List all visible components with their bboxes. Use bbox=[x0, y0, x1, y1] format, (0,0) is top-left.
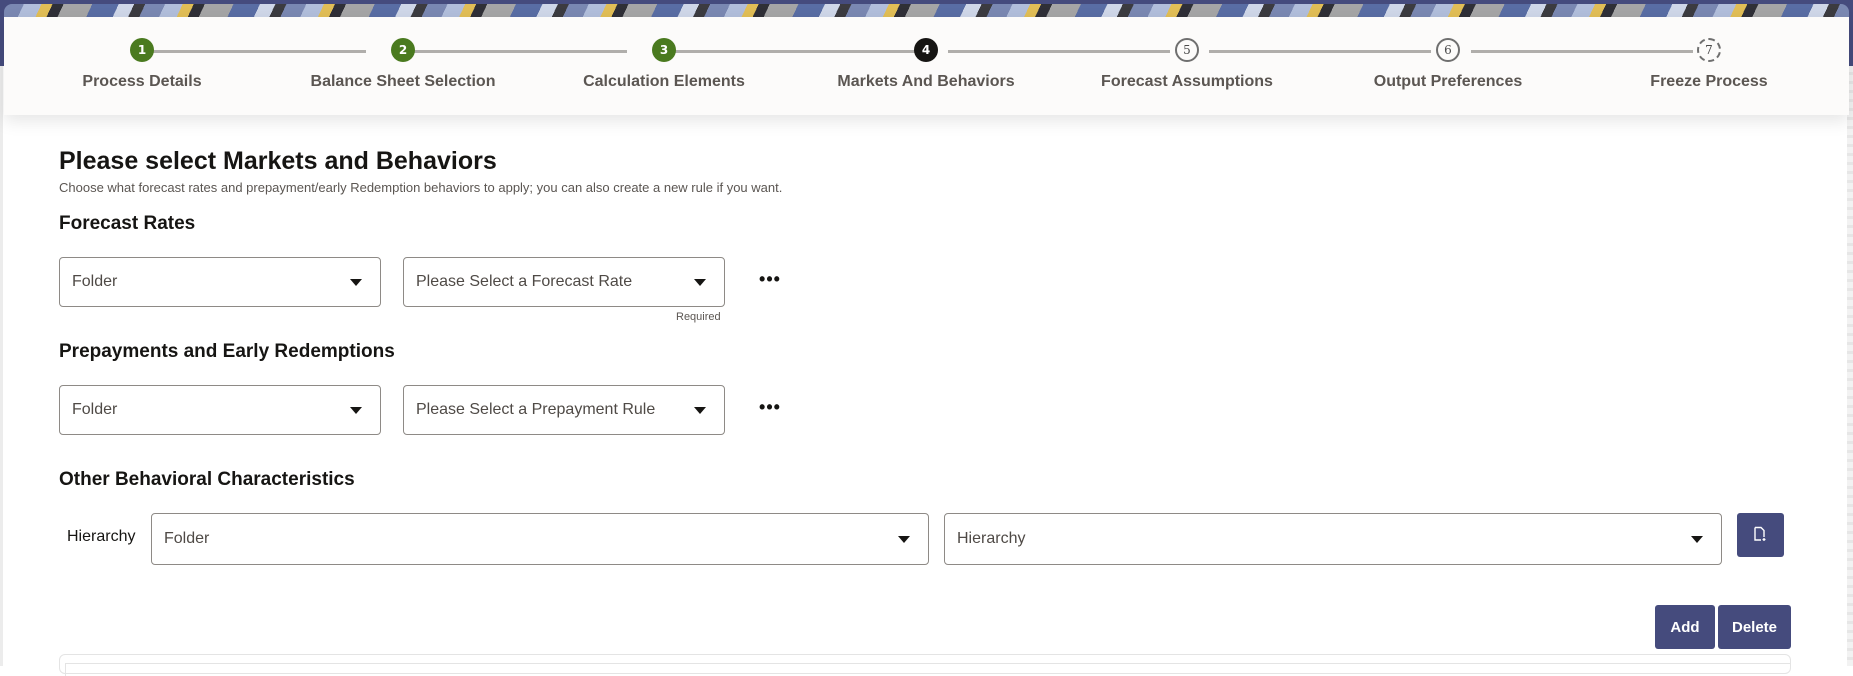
prepayment-rule-select[interactable]: Please Select a Prepayment Rule bbox=[403, 385, 725, 435]
caret-down-icon bbox=[1691, 536, 1703, 543]
step-label: Freeze Process bbox=[1650, 73, 1768, 90]
page-subtitle: Choose what forecast rates and prepaymen… bbox=[59, 180, 783, 195]
hierarchy-folder-select[interactable]: Folder bbox=[151, 513, 929, 565]
add-button[interactable]: Add bbox=[1655, 605, 1715, 649]
forecast-folder-select[interactable]: Folder bbox=[59, 257, 381, 307]
select-value: Please Select a Forecast Rate bbox=[416, 273, 633, 290]
delete-button[interactable]: Delete bbox=[1718, 605, 1791, 649]
new-hierarchy-button[interactable] bbox=[1737, 513, 1784, 557]
train-step-forecast-assumptions[interactable]: 5 Forecast Assumptions bbox=[1087, 17, 1287, 115]
step-label: Calculation Elements bbox=[583, 73, 745, 90]
step-number-badge: 5 bbox=[1175, 38, 1199, 62]
forecast-more-actions-icon[interactable]: ••• bbox=[755, 270, 785, 296]
caret-down-icon bbox=[350, 279, 362, 286]
step-number-badge: 2 bbox=[391, 38, 415, 62]
behaviors-table bbox=[59, 654, 1791, 676]
train-step-balance-sheet-selection[interactable]: 2 Balance Sheet Selection bbox=[303, 17, 503, 115]
caret-down-icon bbox=[694, 407, 706, 414]
select-value: Hierarchy bbox=[957, 530, 1026, 547]
select-value: Folder bbox=[164, 530, 210, 547]
caret-down-icon bbox=[694, 279, 706, 286]
step-number-badge: 4 bbox=[914, 38, 938, 62]
train-step-process-details[interactable]: 1 Process Details bbox=[42, 17, 242, 115]
forecast-rates-heading: Forecast Rates bbox=[59, 213, 196, 234]
select-value: Folder bbox=[72, 401, 118, 418]
step-label: Output Preferences bbox=[1373, 73, 1523, 90]
train-step-calculation-elements[interactable]: 3 Calculation Elements bbox=[564, 17, 764, 115]
hierarchy-select[interactable]: Hierarchy bbox=[944, 513, 1722, 565]
prepayment-folder-select[interactable]: Folder bbox=[59, 385, 381, 435]
prepayments-heading: Prepayments and Early Redemptions bbox=[59, 341, 395, 362]
caret-down-icon bbox=[898, 536, 910, 543]
process-train: 1 Process Details 2 Balance Sheet Select… bbox=[4, 17, 1849, 115]
step-number-badge: 1 bbox=[130, 38, 154, 62]
page-title: Please select Markets and Behaviors bbox=[59, 147, 497, 175]
forecast-rate-select[interactable]: Please Select a Forecast Rate bbox=[403, 257, 725, 307]
step-number-badge: 7 bbox=[1697, 38, 1721, 62]
step-number-badge: 3 bbox=[652, 38, 676, 62]
hierarchy-field-label: Hierarchy bbox=[67, 528, 136, 545]
train-step-markets-and-behaviors[interactable]: 4 Markets And Behaviors bbox=[826, 17, 1026, 115]
header-banner-pattern bbox=[4, 4, 1849, 18]
page-scrollbar[interactable] bbox=[1847, 66, 1853, 666]
new-document-icon bbox=[1754, 526, 1766, 541]
caret-down-icon bbox=[350, 407, 362, 414]
train-step-freeze-process: 7 Freeze Process bbox=[1609, 17, 1809, 115]
step-label: Process Details bbox=[82, 73, 202, 90]
other-behavioral-heading: Other Behavioral Characteristics bbox=[59, 469, 355, 490]
table-header-row bbox=[65, 663, 1790, 676]
select-value: Please Select a Prepayment Rule bbox=[416, 401, 656, 418]
step-label: Markets And Behaviors bbox=[837, 73, 1015, 90]
step-label: Forecast Assumptions bbox=[1101, 73, 1273, 90]
train-step-output-preferences[interactable]: 6 Output Preferences bbox=[1348, 17, 1548, 115]
required-hint: Required bbox=[676, 311, 721, 323]
left-edge bbox=[0, 66, 3, 666]
select-value: Folder bbox=[72, 273, 118, 290]
step-label: Balance Sheet Selection bbox=[310, 73, 496, 90]
step-number-badge: 6 bbox=[1436, 38, 1460, 62]
prepayment-more-actions-icon[interactable]: ••• bbox=[755, 398, 785, 424]
